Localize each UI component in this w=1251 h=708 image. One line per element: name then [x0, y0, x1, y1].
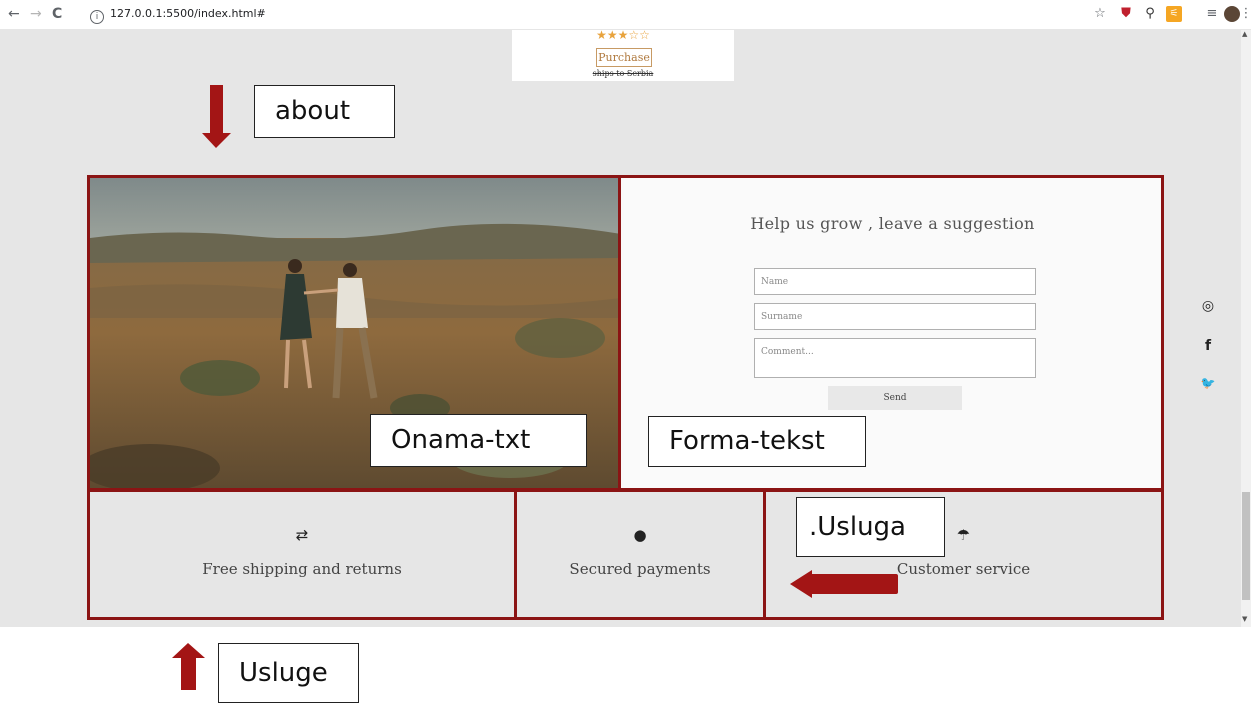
usluge-arrow-head — [172, 643, 205, 658]
about-arrow-head — [202, 133, 231, 148]
usluga-arrow-head — [790, 570, 812, 598]
annotation-about: about — [254, 85, 395, 138]
about-arrow-shaft — [210, 85, 223, 135]
annotation-usluga: .Usluga — [796, 497, 945, 557]
annotation-usluge: Usluge — [218, 643, 359, 703]
usluga-arrow-shaft — [806, 574, 898, 594]
annotation-forma: Forma-tekst — [648, 416, 866, 467]
annotation-arrows — [172, 85, 898, 690]
usluge-arrow-shaft — [181, 656, 196, 690]
annotation-onama: Onama-txt — [370, 414, 587, 467]
